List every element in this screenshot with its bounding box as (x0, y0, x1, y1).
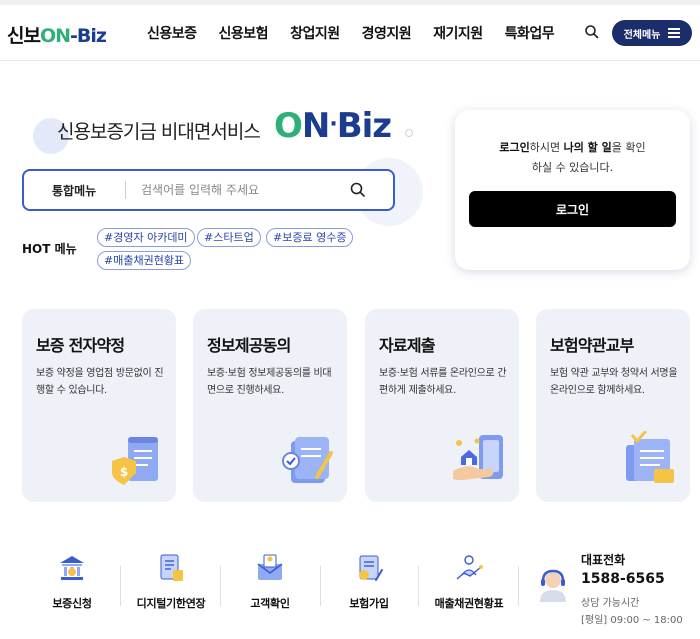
hot-tag-receivables[interactable]: #매출채권현황표 (97, 251, 192, 270)
cs-hours-label: 상담 가능시간 (581, 598, 640, 609)
insurance-doc-icon (359, 555, 383, 581)
login-message: 로그인하시면 나의 할 일을 확인 하실 수 있습니다. (455, 138, 690, 178)
quick-label: 매출채권현황표 (434, 597, 504, 610)
login-msg-mid: 하시면 (529, 141, 564, 154)
quick-insurance-join[interactable]: 보험가입 (344, 553, 394, 611)
svg-text:$: $ (120, 465, 128, 479)
quick-divider (418, 566, 419, 606)
card-insurance-terms[interactable]: 보험약관교부 보험 약관 교부와 청약서 서명을 온라인으로 함께하세요. (536, 309, 690, 502)
logo-text-shinbo: 신보 (7, 25, 41, 47)
site-logo[interactable]: 신보ON-Biz (7, 21, 107, 48)
hero-title: 신용보증기금 비대면서비스 (57, 121, 261, 143)
brand-letter-n: N (301, 106, 330, 146)
quick-receivables[interactable]: 매출채권현황표 (434, 553, 504, 611)
quick-customer-verify[interactable]: 고객확인 (245, 553, 295, 611)
bank-building-icon (60, 556, 84, 580)
hot-menu-label: HOT 메뉴 (22, 242, 77, 256)
search-icon[interactable] (583, 23, 601, 41)
main-nav: 신용보증 신용보험 창업지원 경영지원 재기지원 특화업무 (147, 23, 576, 43)
card-document-submit[interactable]: 자료제출 보증·보험 서류를 온라인으로 간편하게 제출하세요. (365, 309, 519, 502)
full-menu-button[interactable]: 전체메뉴 (612, 20, 692, 46)
chart-person-icon (456, 555, 483, 580)
card-title: 정보제공동의 (207, 336, 291, 355)
card-desc: 보험 약관 교부와 청약서 서명을 온라인으로 함께하세요. (550, 368, 678, 396)
card-desc: 보증·보험 정보제공동의를 비대면으로 진행하세요. (207, 368, 332, 396)
cs-hours: [평일] 09:00 ~ 18:00 (581, 615, 683, 626)
hot-tag-academy[interactable]: #경영자 아카데미 (97, 228, 195, 247)
login-panel: 로그인하시면 나의 할 일을 확인 하실 수 있습니다. 로그인 (455, 110, 690, 270)
card-desc: 보증·보험 서류를 온라인으로 간편하게 제출하세요. (379, 368, 507, 396)
envelope-check-icon (257, 554, 283, 580)
quick-guarantee-apply[interactable]: 보증신청 (44, 553, 100, 611)
contract-document-icon: $ (112, 437, 158, 485)
cs-title: 대표전화 (581, 553, 626, 567)
quick-label: 고객확인 (250, 597, 290, 610)
quick-label: 디지털기한연장 (136, 597, 206, 610)
card-desc: 보증 약정을 영업점 방문없이 진행할 수 있습니다. (36, 368, 164, 396)
login-msg-end: 을 확인 (611, 141, 646, 154)
cs-phone-number[interactable]: 1588-6565 (581, 571, 665, 587)
brand-dot: · (329, 112, 337, 137)
brand-biz: Biz (336, 106, 392, 146)
login-msg-line2: 하실 수 있습니다. (531, 161, 614, 174)
insurance-terms-icon (626, 431, 674, 483)
quick-digital-extension[interactable]: 디지털기한연장 (133, 553, 209, 611)
site-header: 신보ON-Biz 신용보증 신용보험 창업지원 경영지원 재기지원 특화업무 전… (0, 5, 700, 61)
login-button[interactable]: 로그인 (469, 191, 676, 227)
card-e-contract[interactable]: 보증 전자약정 보증 약정을 영업점 방문없이 진행할 수 있습니다. $ (22, 309, 176, 502)
consent-scroll-icon (282, 437, 333, 483)
nav-restart-support[interactable]: 재기지원 (433, 23, 483, 43)
quick-divider (518, 566, 519, 606)
nav-startup-support[interactable]: 창업지원 (290, 23, 340, 43)
nav-management-support[interactable]: 경영지원 (362, 23, 412, 43)
card-title: 보험약관교부 (550, 336, 634, 355)
document-submit-icon (453, 435, 503, 480)
search-bar: 통합메뉴 (22, 169, 395, 211)
hamburger-icon (668, 26, 681, 41)
nav-credit-insurance[interactable]: 신용보험 (219, 23, 269, 43)
hot-tag-startup[interactable]: #스타트업 (197, 228, 261, 247)
card-info-consent[interactable]: 정보제공동의 보증·보험 정보제공동의를 비대면으로 진행하세요. (193, 309, 347, 502)
full-menu-label: 전체메뉴 (623, 29, 661, 41)
nav-special-business[interactable]: 특화업무 (505, 23, 555, 43)
search-category[interactable]: 통합메뉴 (52, 182, 96, 199)
search-divider (125, 181, 126, 199)
quick-label: 보증신청 (52, 597, 92, 610)
brand-letter-o: O (274, 106, 303, 146)
headset-agent-icon (540, 569, 566, 602)
decor-dot-small (405, 129, 413, 137)
card-title: 자료제출 (379, 336, 435, 355)
quick-divider (320, 566, 321, 606)
hero-brand-on-biz: ON·Biz (274, 106, 392, 146)
quick-label: 보험가입 (349, 597, 389, 610)
quick-divider (120, 566, 121, 606)
login-msg-bold2: 나의 할 일 (563, 141, 612, 154)
quick-divider (220, 566, 221, 606)
card-title: 보증 전자약정 (36, 336, 125, 355)
document-extend-icon (160, 554, 183, 581)
search-input[interactable] (141, 179, 331, 201)
login-msg-bold1: 로그인 (499, 141, 530, 154)
logo-text-biz: -Biz (70, 25, 107, 47)
search-icon[interactable] (349, 181, 367, 199)
logo-text-on: ON (39, 25, 71, 47)
nav-credit-guarantee[interactable]: 신용보증 (147, 23, 197, 43)
hot-tag-fee-receipt[interactable]: #보증료 영수증 (266, 228, 354, 247)
